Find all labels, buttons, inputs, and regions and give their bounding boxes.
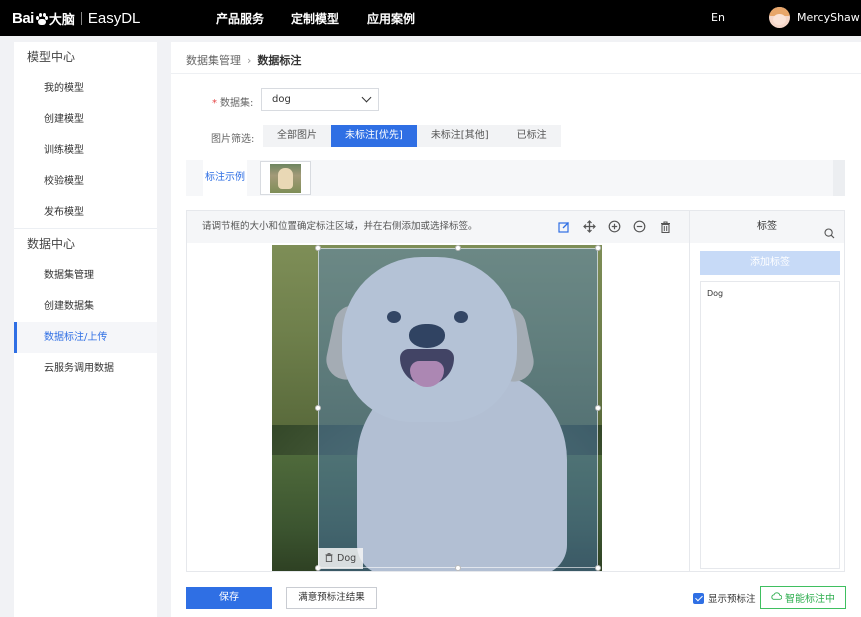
main-content: 数据集管理 › 数据标注 * 数据集: dog 图片筛选: 全部图片 未标注[优先… [171, 42, 861, 617]
sidebar-item-validate-model[interactable]: 校验模型 [14, 166, 157, 197]
label-panel-header: 标签 [690, 211, 844, 243]
bbox-handle-top-center[interactable] [455, 245, 461, 251]
annotation-toolbar: 请调节框的大小和位置确定标注区域，并在右侧添加或选择标签。 [187, 211, 689, 243]
sidebar-item-create-model[interactable]: 创建模型 [14, 104, 157, 135]
logo-product-text: EasyDL [87, 9, 141, 27]
sidebar-item-create-dataset[interactable]: 创建数据集 [14, 291, 157, 322]
annotation-hint: 请调节框的大小和位置确定标注区域，并在右侧添加或选择标签。 [202, 221, 478, 232]
baidu-easydl-logo[interactable]: Bai 大脑 EasyDL [12, 7, 140, 29]
breadcrumb-parent[interactable]: 数据集管理 [186, 52, 241, 68]
save-button[interactable]: 保存 [186, 587, 272, 609]
logo-divider [80, 11, 82, 25]
bbox-handle-middle-left[interactable] [315, 405, 321, 411]
sidebar-item-my-models[interactable]: 我的模型 [14, 73, 157, 104]
chevron-right-icon: › [247, 53, 252, 67]
filter-label: 图片筛选: [211, 134, 255, 145]
tab-all-images[interactable]: 全部图片 [263, 125, 331, 147]
sidebar-group-model-center: 模型中心 [27, 50, 76, 64]
chevron-down-icon [361, 92, 372, 103]
dataset-select[interactable]: dog [261, 88, 379, 111]
smart-annotation-button[interactable]: 智能标注中 [760, 586, 846, 609]
zoom-in-icon[interactable] [608, 220, 621, 233]
logo-bai-text: Bai [12, 9, 34, 27]
sidebar-item-cloud-service-data[interactable]: 云服务调用数据 [14, 353, 157, 384]
nav-product-services[interactable]: 产品服务 [216, 0, 264, 36]
sidebar-item-annotate-upload[interactable]: 数据标注/上传 [14, 322, 157, 353]
show-pre-annotation-toggle[interactable]: 显示预标注 [693, 591, 756, 605]
example-thumbnail[interactable] [260, 161, 311, 195]
move-icon[interactable] [583, 220, 596, 233]
breadcrumb-divider [171, 73, 861, 74]
bbox-handle-middle-right[interactable] [595, 405, 601, 411]
smart-annotation-label: 智能标注中 [785, 594, 835, 605]
bbox-handle-top-right[interactable] [595, 245, 601, 251]
avatar[interactable] [769, 7, 790, 28]
label-item-dog[interactable]: Dog [701, 282, 839, 305]
annotation-example-label[interactable]: 标注示例 [203, 160, 247, 196]
add-label-button[interactable]: 添加标签 [700, 251, 840, 275]
annotation-canvas[interactable]: Dog [187, 243, 689, 571]
checkbox-checked-icon[interactable] [693, 592, 704, 604]
sidebar-item-train-model[interactable]: 训练模型 [14, 135, 157, 166]
sidebar-group-data-center: 数据中心 [27, 237, 76, 251]
bounding-box[interactable] [318, 248, 598, 568]
sidebar-item-publish-model[interactable]: 发布模型 [14, 197, 157, 228]
label-panel: 标签 添加标签 Dog [689, 211, 844, 571]
bbox-handle-bottom-right[interactable] [595, 565, 601, 571]
language-switch[interactable]: En [711, 0, 725, 36]
sidebar-item-dataset-management[interactable]: 数据集管理 [14, 260, 157, 291]
example-scroll-right[interactable] [833, 160, 845, 196]
nav-use-cases[interactable]: 应用案例 [367, 0, 415, 36]
cloud-icon [771, 592, 783, 603]
sidebar: 模型中心 我的模型 创建模型 训练模型 校验模型 发布模型 数据中心 数据集管理… [14, 42, 157, 617]
label-list: Dog [700, 281, 840, 569]
dataset-label: * 数据集: [212, 98, 254, 109]
zoom-out-icon[interactable] [633, 220, 646, 233]
tab-labeled[interactable]: 已标注 [503, 125, 561, 147]
trash-icon[interactable] [325, 552, 333, 565]
search-icon[interactable] [824, 221, 835, 239]
label-panel-title: 标签 [757, 221, 777, 232]
tab-unlabeled-other[interactable]: 未标注[其他] [417, 125, 503, 147]
annotation-panel: 请调节框的大小和位置确定标注区域，并在右侧添加或选择标签。 Dog 标签 添加标… [186, 210, 845, 572]
image-filter-tabs: 全部图片 未标注[优先] 未标注[其他] 已标注 [263, 125, 561, 147]
tab-unlabeled-priority[interactable]: 未标注[优先] [331, 125, 417, 147]
top-navbar: Bai 大脑 EasyDL 产品服务 定制模型 应用案例 En MercySha… [0, 0, 861, 36]
logo-dapeng-text: 大脑 [48, 12, 75, 28]
paw-icon [35, 12, 48, 25]
delete-icon[interactable] [659, 220, 672, 233]
bbox-handle-top-left[interactable] [315, 245, 321, 251]
accept-pre-annotation-button[interactable]: 满意预标注结果 [286, 587, 377, 609]
show-pre-annotation-label: 显示预标注 [708, 594, 756, 605]
nav-custom-model[interactable]: 定制模型 [291, 0, 339, 36]
edit-icon[interactable] [557, 220, 570, 233]
dataset-select-value: dog [272, 94, 291, 105]
bbox-label-text: Dog [337, 553, 357, 564]
bbox-label-tag[interactable]: Dog [318, 548, 364, 569]
annotation-example-bar: 标注示例 [186, 160, 845, 196]
bbox-handle-bottom-center[interactable] [455, 565, 461, 571]
username[interactable]: MercyShaw [797, 0, 860, 36]
breadcrumb-current: 数据标注 [257, 54, 302, 67]
breadcrumb: 数据集管理 › 数据标注 [186, 52, 301, 68]
